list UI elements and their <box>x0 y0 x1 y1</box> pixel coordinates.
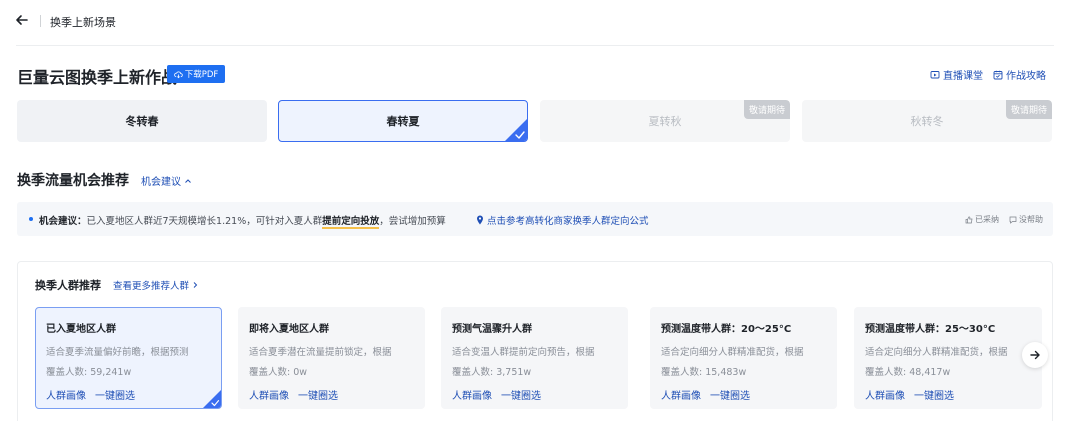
tab-summer-to-autumn: 夏转秋 敬请期待 <box>540 100 790 142</box>
header-links: 直播课堂 作战攻略 <box>930 67 1046 82</box>
advice-text: 机会建议：已入夏地区人群近7天规模增长1.21%，可针对入夏人群提前定向投放，尝… <box>39 213 446 229</box>
season-tab-label: 冬转春 <box>125 115 159 128</box>
formula-link[interactable]: 点击参考高转化商家换季人群定向公式 <box>476 213 649 227</box>
crowd-card-coverage: 覆盖人数: 59,241w <box>46 367 132 378</box>
location-pin-icon <box>477 215 483 225</box>
top-bar: 换季上新场景 <box>0 0 1080 46</box>
unhelpful-button[interactable]: 没帮助 <box>1009 214 1043 225</box>
topbar-title: 换季上新场景 <box>50 16 116 29</box>
crowd-card-title: 预测温度带人群：25～30°C <box>865 324 996 335</box>
crowd-card-title: 预测温度带人群：20～25°C <box>661 324 792 335</box>
crowd-select-link[interactable]: 一键圈选 <box>298 387 338 402</box>
back-arrow-icon[interactable] <box>14 12 30 28</box>
advice-bar: 机会建议：已入夏地区人群近7天规模增长1.21%，可针对入夏人群提前定向投放，尝… <box>17 202 1053 236</box>
opportunity-section-title: 换季流量机会推荐 <box>17 173 129 189</box>
crowd-card[interactable]: 预测温度带人群：20～25°C 适合定向细分人群精准配货，根据 覆盖人数: 15… <box>650 307 837 409</box>
crowd-portrait-link[interactable]: 人群画像 <box>865 387 905 402</box>
tab-winter-to-spring[interactable]: 冬转春 <box>17 100 267 142</box>
crowd-card-desc: 适合变温人群提前定向预告，根据 <box>452 347 595 358</box>
download-pdf-label: 下载PDF <box>184 70 219 80</box>
chevron-up-icon <box>185 178 191 183</box>
crowd-card-desc: 适合定向细分人群精准配货，根据 <box>865 347 1008 358</box>
crowd-select-link[interactable]: 一键圈选 <box>914 387 954 402</box>
thumbs-up-icon <box>965 215 973 223</box>
strategy-label: 作战攻略 <box>1006 71 1046 82</box>
crowd-card-title: 即将入夏地区人群 <box>249 324 329 335</box>
tab-autumn-to-winter: 秋转冬 敬请期待 <box>802 100 1052 142</box>
selected-check-icon <box>203 390 221 408</box>
crowd-card-coverage: 覆盖人数: 15,483w <box>661 367 747 378</box>
opportunity-toggle-label: 机会建议 <box>141 177 181 188</box>
crowd-select-link[interactable]: 一键圈选 <box>710 387 750 402</box>
crowd-card[interactable]: 即将入夏地区人群 适合夏季潜在流量提前锁定，根据 覆盖人数: 0w 人群画像 一… <box>238 307 425 409</box>
tab-spring-to-summer[interactable]: 春转夏 <box>278 100 528 142</box>
crowd-section-title: 换季人群推荐 <box>35 279 101 292</box>
crowd-card[interactable]: 预测气温骤升人群 适合变温人群提前定向预告，根据 覆盖人数: 3,751w 人群… <box>441 307 628 409</box>
crowd-card[interactable]: 预测温度带人群：25～30°C 适合定向细分人群精准配货，根据 覆盖人数: 48… <box>854 307 1042 409</box>
crowd-card-coverage: 覆盖人数: 3,751w <box>452 367 532 378</box>
crowd-card-coverage: 覆盖人数: 48,417w <box>865 367 951 378</box>
crowd-card-title: 已入夏地区人群 <box>46 324 116 335</box>
download-pdf-button[interactable]: 下载PDF <box>167 65 225 83</box>
page-title: 巨量云图换季上新作战 <box>17 68 178 87</box>
coming-soon-badge: 敬请期待 <box>1005 100 1052 119</box>
crowd-select-link[interactable]: 一键圈选 <box>501 387 541 402</box>
advice-label: 机会建议： <box>39 216 87 227</box>
selected-check-icon <box>505 119 527 141</box>
more-crowds-label: 查看更多推荐人群 <box>113 281 190 292</box>
season-tab-label: 夏转秋 <box>648 115 682 128</box>
crowd-card-actions: 人群画像 一键圈选 <box>452 387 617 402</box>
topbar-divider <box>40 15 41 27</box>
coming-soon-badge: 敬请期待 <box>743 100 790 119</box>
comment-icon <box>1009 216 1017 224</box>
crowd-card-actions: 人群画像 一键圈选 <box>46 387 211 402</box>
crowd-select-link[interactable]: 一键圈选 <box>95 387 135 402</box>
crowd-portrait-link[interactable]: 人群画像 <box>249 387 289 402</box>
advice-highlight: 提前定向投放 <box>322 216 380 229</box>
crowd-portrait-link[interactable]: 人群画像 <box>661 387 701 402</box>
arrow-right-icon <box>1030 350 1040 360</box>
unhelpful-label: 没帮助 <box>1019 215 1043 224</box>
next-cards-button[interactable] <box>1022 342 1048 368</box>
season-tab-label: 秋转冬 <box>910 115 944 128</box>
crowd-card-actions: 人群画像 一键圈选 <box>865 387 1031 402</box>
crowd-card-actions: 人群画像 一键圈选 <box>661 387 826 402</box>
more-crowds-link[interactable]: 查看更多推荐人群 <box>113 278 199 292</box>
adopted-label: 已采纳 <box>975 215 999 224</box>
strategy-link[interactable]: 作战攻略 <box>993 67 1046 82</box>
crowd-card-coverage: 覆盖人数: 0w <box>249 367 308 378</box>
formula-link-label: 点击参考高转化商家换季人群定向公式 <box>487 216 649 227</box>
crowd-portrait-link[interactable]: 人群画像 <box>46 387 86 402</box>
crowd-card-title: 预测气温骤升人群 <box>452 324 532 335</box>
advice-bullet <box>29 217 33 221</box>
live-class-label: 直播课堂 <box>943 71 983 82</box>
crowd-card-desc: 适合夏季流量偏好前瞻，根据预测 <box>46 347 189 358</box>
opportunity-toggle[interactable]: 机会建议 <box>141 173 192 188</box>
strategy-icon <box>993 70 1003 79</box>
crowd-card-desc: 适合定向细分人群精准配货，根据 <box>661 347 804 358</box>
feedback-actions: 已采纳 没帮助 <box>965 214 1043 225</box>
adopted-button[interactable]: 已采纳 <box>965 214 999 225</box>
crowd-portrait-link[interactable]: 人群画像 <box>452 387 492 402</box>
advice-text-after: ，尝试增加预算 <box>379 216 446 227</box>
live-class-link[interactable]: 直播课堂 <box>930 67 983 82</box>
advice-text-before: 已入夏地区人群近7天规模增长1.21%，可针对入夏人群 <box>86 216 323 227</box>
crowd-card[interactable]: 已入夏地区人群 适合夏季流量偏好前瞻，根据预测 覆盖人数: 59,241w 人群… <box>35 307 222 409</box>
live-class-icon <box>930 70 940 78</box>
topbar-separator <box>16 45 1054 46</box>
season-tab-label: 春转夏 <box>386 115 420 128</box>
crowd-recommend-panel: 换季人群推荐 查看更多推荐人群 已入夏地区人群 适合夏季流量偏好前瞻，根据预测 … <box>17 261 1053 421</box>
crowd-card-desc: 适合夏季潜在流量提前锁定，根据 <box>249 347 392 358</box>
crowd-card-actions: 人群画像 一键圈选 <box>249 387 414 402</box>
cloud-download-icon <box>173 70 183 78</box>
chevron-right-icon <box>193 282 198 288</box>
